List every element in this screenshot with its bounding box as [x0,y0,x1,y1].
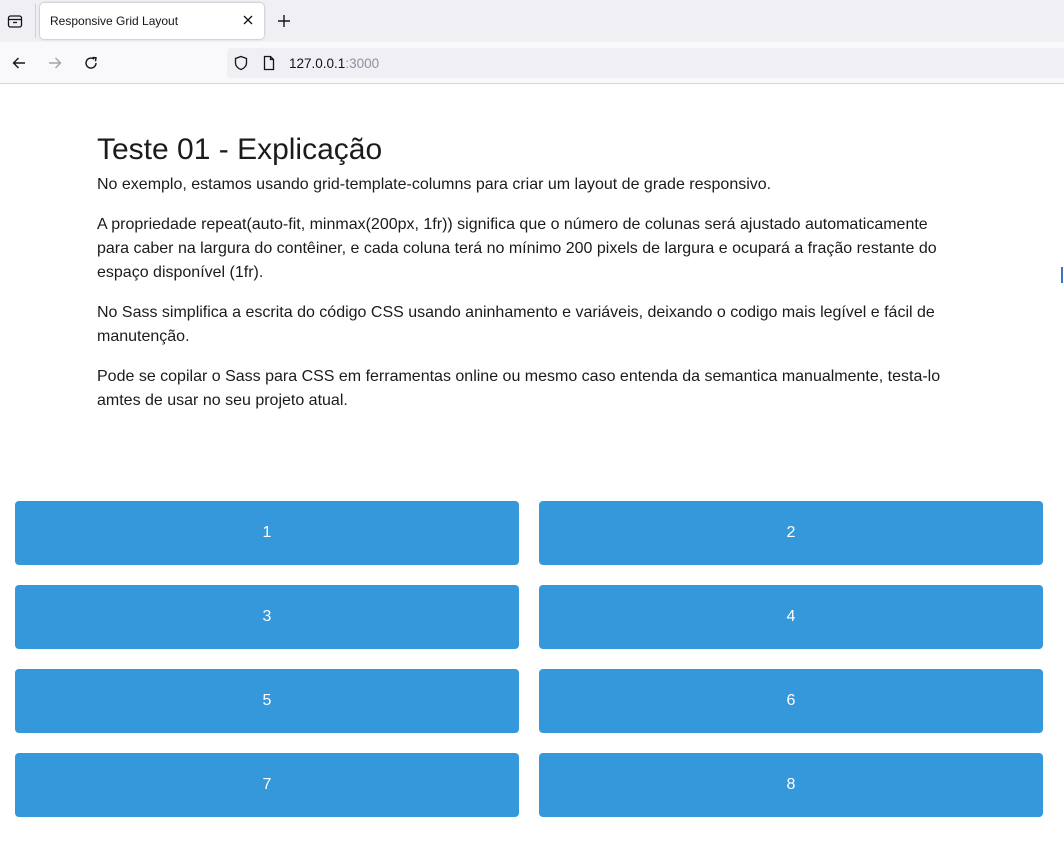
back-arrow-icon[interactable] [9,53,29,73]
tab-bar: Responsive Grid Layout [0,0,1064,42]
browser-tab[interactable]: Responsive Grid Layout [40,3,264,39]
page-icon[interactable] [261,55,277,71]
forward-arrow-icon[interactable] [45,53,65,73]
grid-item: 5 [15,669,519,733]
page-title: Teste 01 - Explicação [97,133,383,166]
address-bar[interactable]: 127.0.0.1:3000 [227,48,1064,78]
paragraph: No exemplo, estamos usando grid-template… [97,176,772,193]
shield-icon[interactable] [233,55,249,71]
url-host: 127.0.0.1 [289,56,346,71]
paragraph: Pode se copilar o Sass para CSS em ferra… [97,368,941,409]
grid-item: 1 [15,501,519,565]
close-icon[interactable] [240,12,256,28]
paragraph: A propriedade repeat(auto-fit, minmax(20… [97,216,937,281]
page-content: Teste 01 - Explicação No exemplo, estamo… [0,85,1064,858]
tab-list-icon[interactable] [5,11,25,31]
grid-item: 2 [539,501,1043,565]
grid-item: 4 [539,585,1043,649]
grid-item: 8 [539,753,1043,817]
url-text[interactable]: 127.0.0.1:3000 [289,56,379,71]
navigation-toolbar: 127.0.0.1:3000 [0,42,1064,84]
grid-item: 3 [15,585,519,649]
grid-container: 1 2 3 4 5 6 7 8 [15,501,1043,817]
grid-item: 7 [15,753,519,817]
url-port: :3000 [345,56,380,71]
paragraph: No Sass simplifica a escrita do código C… [97,304,935,345]
explanation-section: Teste 01 - Explicação No exemplo, estamo… [97,133,957,429]
grid-item: 6 [539,669,1043,733]
reload-icon[interactable] [81,53,101,73]
scrollbar-marker[interactable] [1061,267,1063,283]
tab-separator [35,4,36,38]
tab-title: Responsive Grid Layout [50,14,179,28]
plus-icon[interactable] [274,11,294,31]
